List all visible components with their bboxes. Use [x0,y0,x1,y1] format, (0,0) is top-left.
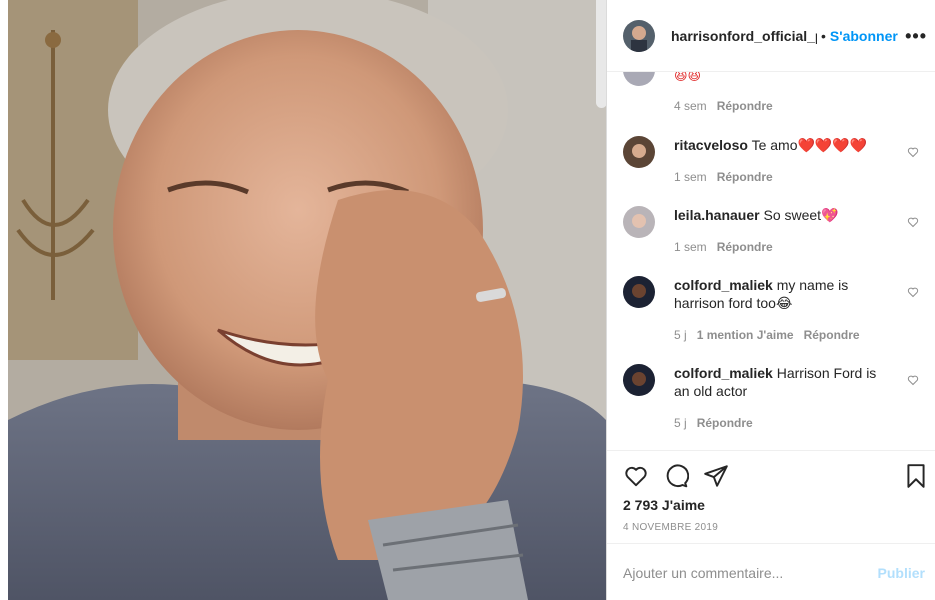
commenter-avatar[interactable] [623,136,655,168]
comment-text: Te amo❤️❤️❤️❤️ [751,137,868,153]
avatar-icon [623,19,655,52]
comment-text-wrap: colford_maliek Harrison Ford is an old a… [674,364,894,400]
comment-meta: 5 j Répondre [674,416,763,430]
small-heart-icon[interactable] [907,146,919,158]
comment-text-wrap: colford_maliek my name is harrison ford … [674,276,894,312]
separator-dot: • [821,27,826,44]
author-username[interactable]: harrisonford_official_p... [671,28,817,44]
comment-icon[interactable] [663,463,689,489]
publish-button[interactable]: Publier [878,565,925,581]
avatar-icon [623,206,655,238]
comment-likes-count[interactable]: 1 mention J'aime [697,328,794,342]
comment-time[interactable]: 5 j [674,416,687,430]
ellipsis-icon[interactable]: ••• [905,26,927,47]
bookmark-icon[interactable] [903,463,929,489]
comment-meta: 5 j 1 mention J'aime Répondre [674,328,870,342]
comment-text: So sweet💖 [763,207,839,223]
follow-button[interactable]: S'abonner [830,28,898,44]
reply-button[interactable]: Répondre [717,170,773,184]
reply-button[interactable]: Répondre [697,416,753,430]
avatar-icon [623,364,655,396]
commenter-avatar[interactable] [623,72,655,86]
paper-plane-icon[interactable] [703,463,729,489]
comment-text-wrap: leila.hanauer So sweet💖 [674,206,894,224]
avatar-icon [623,276,655,308]
reply-button[interactable]: Répondre [717,99,773,113]
comment-meta: 1 sem Répondre [674,240,783,254]
comments-list[interactable]: 😆😆 4 sem Répondre ritacveloso Te amo❤️❤️❤… [607,72,935,450]
post-date[interactable]: 4 NOVEMBRE 2019 [623,522,718,533]
heart-icon[interactable] [623,463,649,489]
small-heart-icon[interactable] [907,374,919,386]
post-photo[interactable] [8,0,606,600]
author-avatar[interactable] [623,19,655,52]
comment-username[interactable]: leila.hanauer [674,207,760,223]
comment-input[interactable] [623,562,863,584]
avatar-icon [623,72,655,86]
small-heart-icon[interactable] [907,216,919,228]
comment-time[interactable]: 1 sem [674,240,707,254]
commenter-avatar[interactable] [623,276,655,308]
comment-meta: 1 sem Répondre [674,170,783,184]
small-heart-icon[interactable] [907,286,919,298]
likes-count[interactable]: 2 793 J'aime [623,497,705,513]
post-actions: 2 793 J'aime 4 NOVEMBRE 2019 [607,450,935,542]
comment-text: 😆😆 [674,72,702,84]
comment-username[interactable]: ritacveloso [674,137,748,153]
reply-button[interactable]: Répondre [804,328,860,342]
comment-username[interactable]: colford_maliek [674,277,773,293]
reply-button[interactable]: Répondre [717,240,773,254]
comment-meta: 4 sem Répondre [674,99,783,113]
comment-username[interactable]: colford_maliek [674,365,773,381]
comment-text-wrap: ritacveloso Te amo❤️❤️❤️❤️ [674,136,894,154]
comment-time[interactable]: 5 j [674,328,687,342]
comment-composer: Publier [607,543,935,600]
post-sidebar: harrisonford_official_p... • S'abonner •… [607,0,935,600]
commenter-avatar[interactable] [623,364,655,396]
avatar-icon [623,136,655,168]
commenter-avatar[interactable] [623,206,655,238]
post-header: harrisonford_official_p... • S'abonner •… [607,0,935,72]
comment-time[interactable]: 1 sem [674,170,707,184]
comment-text-wrap: 😆😆 [674,72,894,86]
photo-illustration [8,0,606,600]
comment-time[interactable]: 4 sem [674,99,707,113]
